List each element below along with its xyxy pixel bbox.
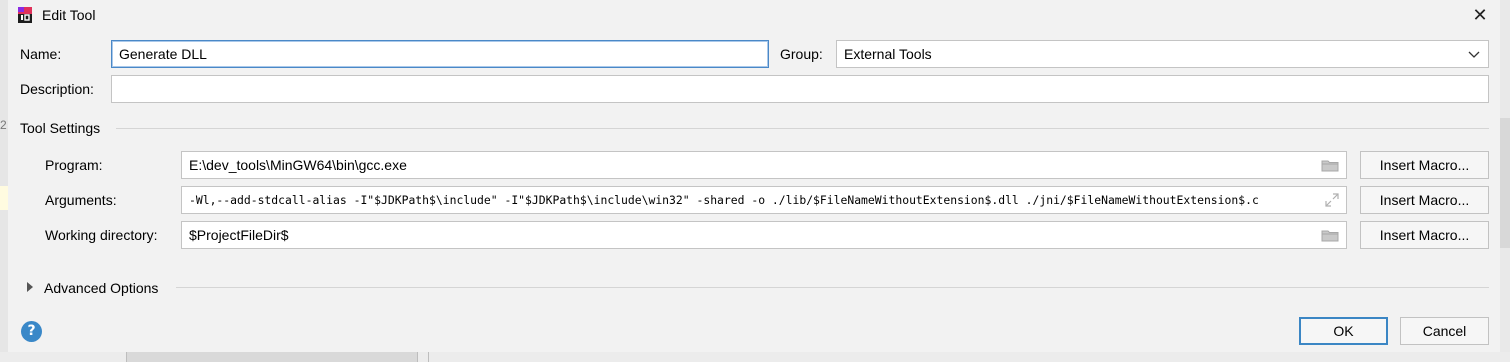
program-value: E:\dev_tools\MinGW64\bin\gcc.exe <box>189 157 407 173</box>
arguments-insert-macro-button[interactable]: Insert Macro... <box>1360 186 1489 214</box>
description-label: Description: <box>20 81 94 97</box>
working-directory-label: Working directory: <box>45 227 158 243</box>
close-icon[interactable]: ✕ <box>1468 3 1492 27</box>
tool-settings-separator <box>116 128 1489 129</box>
program-input[interactable]: E:\dev_tools\MinGW64\bin\gcc.exe <box>181 151 1347 179</box>
name-input[interactable]: Generate DLL <box>111 40 769 68</box>
arguments-input[interactable]: -Wl,--add-stdcall-alias -I"$JDKPath$\inc… <box>181 186 1347 214</box>
description-input[interactable] <box>111 75 1489 103</box>
cancel-button[interactable]: Cancel <box>1400 317 1489 345</box>
background-scrollbar-thumb <box>1500 118 1510 248</box>
ok-button[interactable]: OK <box>1299 317 1388 345</box>
dialog-title: Edit Tool <box>42 7 96 23</box>
background-gutter-mark: 2 <box>0 118 7 132</box>
advanced-options-toggle[interactable]: Advanced Options <box>44 279 158 297</box>
folder-icon[interactable] <box>1321 159 1339 172</box>
arguments-value: -Wl,--add-stdcall-alias -I"$JDKPath$\inc… <box>189 193 1259 207</box>
group-select-value: External Tools <box>844 46 932 62</box>
folder-icon[interactable] <box>1321 229 1339 242</box>
background-left-panel <box>0 0 8 362</box>
program-label: Program: <box>45 157 103 173</box>
help-icon[interactable]: ? <box>21 321 42 342</box>
background-highlight <box>0 186 8 210</box>
app-icon <box>18 7 32 23</box>
expand-triangle-icon[interactable] <box>27 282 33 292</box>
background-divider <box>428 352 429 362</box>
expand-icon[interactable] <box>1325 193 1339 207</box>
background-bottom-panel <box>126 352 418 362</box>
group-select[interactable]: External Tools <box>836 40 1489 68</box>
group-label: Group: <box>780 46 823 62</box>
working-directory-value: $ProjectFileDir$ <box>189 227 289 243</box>
tool-settings-heading: Tool Settings <box>20 120 101 136</box>
chevron-down-icon <box>1468 51 1480 58</box>
name-label: Name: <box>20 46 62 62</box>
arguments-label: Arguments: <box>45 192 117 208</box>
working-directory-insert-macro-button[interactable]: Insert Macro... <box>1360 221 1489 249</box>
advanced-options-separator <box>176 287 1489 288</box>
working-directory-input[interactable]: $ProjectFileDir$ <box>181 221 1347 249</box>
edit-tool-dialog: Edit Tool ✕ Name: Generate DLL Group: Ex… <box>8 0 1500 352</box>
program-insert-macro-button[interactable]: Insert Macro... <box>1360 151 1489 179</box>
